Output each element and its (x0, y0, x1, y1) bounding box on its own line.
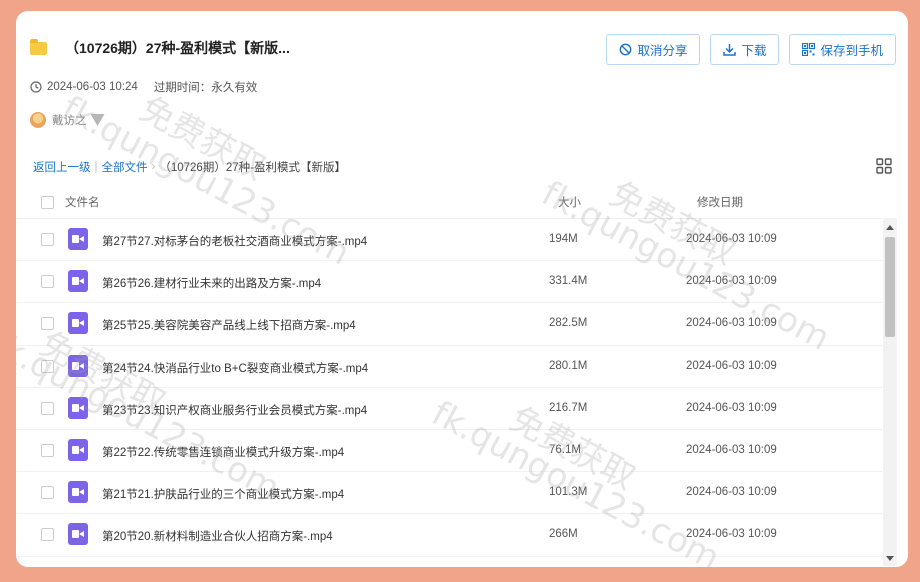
file-name[interactable]: 第24节24.快消品行业to B+C裂变商业模式方案-.mp4 (102, 360, 368, 376)
row-checkbox[interactable] (41, 401, 54, 415)
title-row: （10726期）27种-盈利模式【新版... (30, 38, 290, 58)
file-size: 280.1M (549, 359, 588, 372)
share-date: 2024-06-03 10:24 (47, 81, 138, 93)
breadcrumb-separator: | (94, 161, 98, 173)
table-row[interactable]: 第23节23.知识产权商业服务行业会员模式方案-.mp4 216.7M 2024… (16, 388, 882, 430)
row-checkbox[interactable] (41, 275, 54, 289)
table-row[interactable]: 第20节20.新材料制造业合伙人招商方案-.mp4 266M 2024-06-0… (16, 514, 882, 557)
file-size: 216.7M (549, 401, 588, 414)
file-name[interactable]: 第27节27.对标茅台的老板社交酒商业模式方案-.mp4 (102, 233, 367, 249)
cancel-share-button[interactable]: 取消分享 (606, 34, 701, 65)
row-checkbox[interactable] (41, 443, 54, 457)
row-checkbox[interactable] (41, 486, 54, 500)
column-name[interactable]: 文件名 (65, 194, 100, 210)
row-checkbox[interactable] (41, 317, 54, 331)
scroll-down-arrow-icon[interactable] (886, 556, 894, 561)
table-row[interactable]: 第27节27.对标茅台的老板社交酒商业模式方案-.mp4 194M 2024-0… (16, 219, 882, 262)
row-checkbox[interactable] (41, 233, 54, 246)
file-name[interactable]: 第23节23.知识产权商业服务行业会员模式方案-.mp4 (102, 402, 367, 418)
download-label: 下载 (741, 44, 767, 58)
table-row[interactable]: 第26节26.建材行业未来的出路及方案-.mp4 331.4M 2024-06-… (16, 261, 882, 304)
file-size: 76.1M (549, 443, 581, 456)
table-row[interactable]: 第25节25.美容院美容产品线上线下招商方案-.mp4 282.5M 2024-… (16, 303, 882, 346)
avatar (30, 112, 46, 128)
cancel-share-icon (620, 43, 632, 56)
folder-icon (30, 38, 47, 55)
video-file-icon (68, 354, 88, 377)
column-date[interactable]: 修改日期 (697, 194, 743, 210)
all-files-link[interactable]: 全部文件 (102, 159, 148, 175)
file-size: 266M (549, 528, 578, 541)
sharer-name: 戴访之 (52, 115, 87, 127)
share-meta: 2024-06-03 10:24 过期时间：永久有效 (30, 79, 257, 95)
qrcode-icon (802, 43, 816, 56)
video-file-icon (68, 396, 88, 419)
download-icon (723, 44, 737, 56)
column-size[interactable]: 大小 (558, 194, 581, 210)
file-size: 282.5M (549, 317, 588, 330)
grid-view-icon[interactable] (876, 158, 892, 174)
scroll-up-arrow-icon[interactable] (886, 225, 894, 230)
file-date: 2024-06-03 10:09 (686, 401, 777, 414)
back-link[interactable]: 返回上一级 (33, 159, 91, 175)
share-card: （10726期）27种-盈利模式【新版... 取消分享 下载 保存到手机 202… (16, 11, 908, 567)
breadcrumb: 返回上一级 | 全部文件 › （10726期）27种-盈利模式【新版】 (33, 159, 346, 175)
file-date: 2024-06-03 10:09 (686, 317, 777, 330)
file-date: 2024-06-03 10:09 (686, 233, 777, 245)
file-name[interactable]: 第26节26.建材行业未来的出路及方案-.mp4 (102, 275, 321, 291)
file-list: 第27节27.对标茅台的老板社交酒商业模式方案-.mp4 194M 2024-0… (16, 219, 882, 557)
row-checkbox[interactable] (41, 528, 54, 542)
video-file-icon (68, 523, 88, 546)
video-file-icon (68, 228, 88, 250)
file-date: 2024-06-03 10:09 (686, 528, 777, 541)
file-date: 2024-06-03 10:09 (686, 359, 777, 372)
save-to-phone-label: 保存到手机 (820, 44, 883, 58)
breadcrumb-arrow: › (151, 161, 156, 173)
expire-info: 过期时间：永久有效 (153, 82, 258, 94)
file-name[interactable]: 第21节21.护肤品行业的三个商业模式方案-.mp4 (102, 486, 344, 502)
video-file-icon (68, 481, 88, 504)
video-file-icon (68, 312, 88, 335)
select-all-checkbox[interactable] (41, 196, 54, 209)
download-button[interactable]: 下载 (710, 34, 780, 65)
sharer-info: 戴访之 (30, 112, 105, 128)
file-size: 101.3M (549, 486, 588, 499)
table-row[interactable]: 第24节24.快消品行业to B+C裂变商业模式方案-.mp4 280.1M 2… (16, 346, 882, 388)
clock-icon (30, 81, 42, 93)
video-file-icon (68, 438, 88, 461)
file-size: 331.4M (549, 275, 588, 288)
file-date: 2024-06-03 10:09 (686, 275, 777, 288)
share-title: （10726期）27种-盈利模式【新版... (65, 40, 290, 56)
file-name[interactable]: 第20节20.新材料制造业合伙人招商方案-.mp4 (102, 528, 333, 544)
video-file-icon (68, 270, 88, 293)
file-name[interactable]: 第22节22.传统零售连锁商业模式升级方案-.mp4 (102, 444, 344, 460)
file-date: 2024-06-03 10:09 (686, 486, 777, 499)
file-date: 2024-06-03 10:09 (686, 443, 777, 456)
table-row[interactable]: 第22节22.传统零售连锁商业模式升级方案-.mp4 76.1M 2024-06… (16, 430, 882, 473)
row-checkbox[interactable] (41, 359, 54, 373)
file-size: 194M (549, 233, 578, 245)
save-to-phone-button[interactable]: 保存到手机 (789, 34, 896, 65)
file-name[interactable]: 第25节25.美容院美容产品线上线下招商方案-.mp4 (102, 317, 356, 333)
table-row[interactable]: 第21节21.护肤品行业的三个商业模式方案-.mp4 101.3M 2024-0… (16, 472, 882, 515)
table-header: 文件名 大小 修改日期 (16, 187, 882, 219)
cancel-share-label: 取消分享 (637, 44, 688, 58)
dropdown-icon (90, 114, 105, 126)
vertical-scrollbar[interactable] (883, 218, 897, 566)
breadcrumb-current: （10726期）27种-盈利模式【新版】 (159, 162, 346, 174)
action-buttons: 取消分享 下载 保存到手机 (606, 34, 896, 65)
scroll-thumb[interactable] (885, 237, 895, 337)
